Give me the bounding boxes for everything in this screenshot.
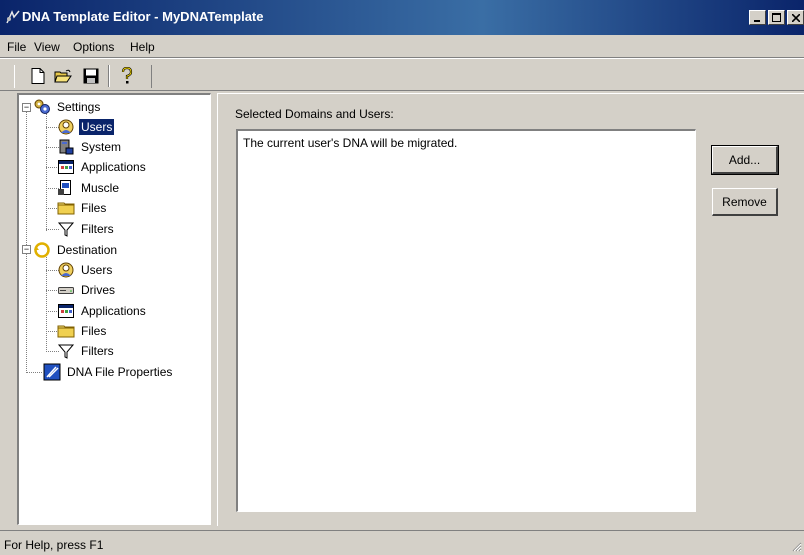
- menu-file[interactable]: File: [7, 40, 26, 54]
- tree-node-destination-files[interactable]: Files: [57, 321, 108, 341]
- tree-node-label: Files: [81, 324, 107, 338]
- users-icon: [57, 261, 75, 279]
- filter-icon: [57, 220, 75, 238]
- dna-file-properties-icon: [43, 363, 61, 381]
- add-button[interactable]: Add...: [711, 145, 779, 175]
- drive-icon: [57, 281, 75, 299]
- users-icon: [57, 118, 75, 136]
- tree-node-muscle[interactable]: Muscle: [57, 178, 121, 198]
- tree-node-label: Applications: [81, 304, 146, 318]
- tree-node-label: Applications: [81, 160, 146, 174]
- status-bar: For Help, press F1: [0, 530, 804, 554]
- folder-icon: [57, 199, 75, 217]
- menu-bar: File View Options Help: [0, 35, 804, 58]
- remove-button[interactable]: Remove: [712, 188, 778, 216]
- tree-node-label: Settings: [57, 100, 101, 114]
- tree-node-label: Filters: [81, 344, 114, 358]
- tree-node-label: Users: [77, 118, 116, 136]
- menu-help[interactable]: Help: [130, 40, 155, 54]
- folder-icon: [57, 322, 75, 340]
- app-icon: [5, 9, 21, 25]
- tree-node-label: DNA File Properties: [67, 365, 173, 379]
- settings-tree[interactable]: − − Settings Users System Applications M…: [17, 93, 211, 525]
- settings-collapse-toggle[interactable]: −: [22, 103, 31, 112]
- tree-node-label: Filters: [81, 222, 114, 236]
- tree-node-dna-file-properties[interactable]: DNA File Properties: [43, 362, 174, 382]
- tree-node-destination-users[interactable]: Users: [57, 260, 114, 280]
- tree-node-settings[interactable]: Settings: [33, 97, 102, 117]
- tree-node-settings-users[interactable]: Users: [57, 117, 116, 137]
- destination-collapse-toggle[interactable]: −: [22, 245, 31, 254]
- applications-icon: [57, 302, 75, 320]
- save-icon[interactable]: [80, 65, 102, 87]
- tree-node-label: Files: [81, 201, 107, 215]
- selected-domains-users-list[interactable]: The current user's DNA will be migrated.: [236, 129, 696, 512]
- open-icon[interactable]: [52, 65, 74, 87]
- close-button[interactable]: [787, 10, 804, 25]
- minimize-button[interactable]: [749, 10, 766, 25]
- tree-node-settings-applications[interactable]: Applications: [57, 157, 148, 177]
- tree-node-label: System: [81, 140, 122, 154]
- tree-node-settings-filters[interactable]: Filters: [57, 219, 116, 239]
- tree-node-drives[interactable]: Drives: [57, 280, 117, 300]
- tree-node-destination[interactable]: Destination: [33, 240, 119, 260]
- tree-connector: [46, 113, 47, 231]
- menu-options[interactable]: Options: [73, 40, 114, 54]
- list-item[interactable]: The current user's DNA will be migrated.: [243, 136, 457, 150]
- help-icon[interactable]: [116, 65, 138, 87]
- filter-icon: [57, 342, 75, 360]
- tree-node-settings-files[interactable]: Files: [57, 198, 108, 218]
- tree-node-destination-filters[interactable]: Filters: [57, 341, 116, 361]
- status-text: For Help, press F1: [4, 538, 104, 552]
- tree-node-label: Destination: [57, 243, 118, 257]
- selected-domains-users-label: Selected Domains and Users:: [235, 107, 394, 121]
- tree-node-system[interactable]: System: [57, 137, 123, 157]
- title-bar: DNA Template Editor - MyDNATemplate: [0, 0, 804, 35]
- menu-view[interactable]: View: [34, 40, 60, 54]
- system-icon: [57, 138, 75, 156]
- applications-icon: [57, 158, 75, 176]
- tree-node-label: Users: [81, 263, 113, 277]
- resize-grip-icon[interactable]: [790, 540, 802, 552]
- tree-node-label: Drives: [81, 283, 116, 297]
- toolbar-separator: [108, 65, 110, 87]
- muscle-icon: [57, 179, 75, 197]
- tree-node-label: Muscle: [81, 181, 120, 195]
- settings-gear-icon: [33, 98, 51, 116]
- window-title: DNA Template Editor - MyDNATemplate: [22, 9, 264, 24]
- tree-node-destination-applications[interactable]: Applications: [57, 301, 148, 321]
- tree-connector: [26, 372, 42, 373]
- destination-icon: [33, 241, 51, 259]
- tree-connector: [26, 111, 27, 373]
- new-icon[interactable]: [27, 65, 49, 87]
- toolbar: [0, 58, 804, 91]
- maximize-button[interactable]: [768, 10, 785, 25]
